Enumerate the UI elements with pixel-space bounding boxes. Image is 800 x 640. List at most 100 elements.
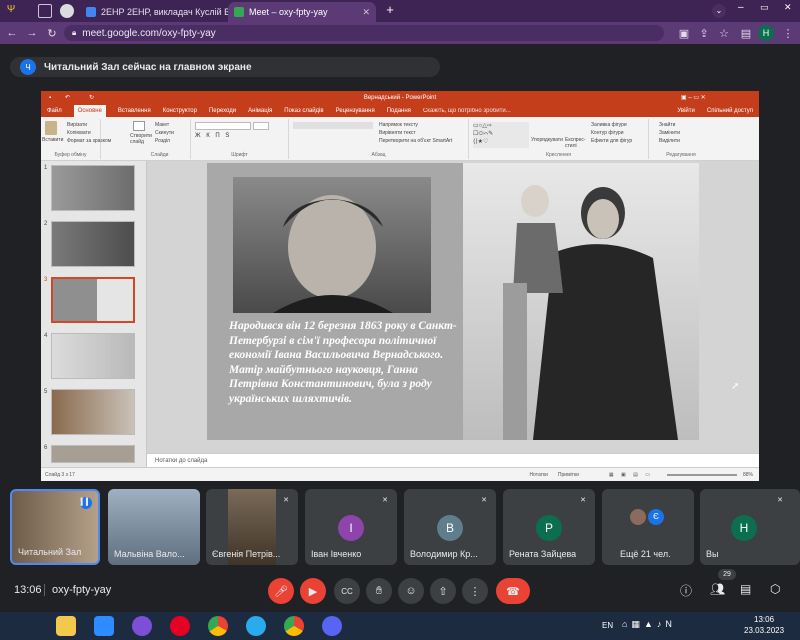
captions-button[interactable]: CC <box>334 578 360 604</box>
new-slide-button[interactable]: Створити слайд <box>130 133 154 145</box>
file-explorer-icon[interactable] <box>56 616 76 636</box>
participant-tile[interactable]: ✕ І Іван Івченко <box>305 489 397 565</box>
find-button[interactable]: Знайти <box>659 122 675 128</box>
close-window-icon[interactable]: ✕ <box>784 2 792 13</box>
current-slide[interactable]: Народився він 12 березня 1863 року в Сан… <box>207 163 699 440</box>
ppt-tab-slideshow[interactable]: Показ слайдів <box>284 108 323 114</box>
address-bar[interactable]: 🔒︎ meet.google.com/oxy-fpty-yay <box>64 25 664 41</box>
participant-tile[interactable]: Мальвіна Вало... <box>108 489 200 565</box>
ppt-tab-review[interactable]: Рецензування <box>336 108 375 114</box>
people-icon[interactable]: 👥︎ <box>710 582 725 596</box>
bookmark-star-icon[interactable]: ☆ <box>716 25 732 41</box>
ppt-tab-view[interactable]: Подання <box>387 108 411 114</box>
more-options-button[interactable]: ⋮ <box>462 578 488 604</box>
tab-meet[interactable]: Meet – oxy-fpty-yay ✕ <box>228 2 376 22</box>
maximize-icon[interactable]: ▭ <box>760 2 769 13</box>
slide-thumbnail-selected[interactable] <box>51 277 135 323</box>
slide-thumbnail[interactable] <box>51 445 135 463</box>
viber-icon[interactable] <box>132 616 152 636</box>
participant-tile[interactable]: ✕ Р Рената Зайцева <box>503 489 595 565</box>
participant-tile[interactable]: ✕ Євгенія Петрів... <box>206 489 298 565</box>
activities-icon[interactable]: ⬡ <box>770 582 780 596</box>
select-button[interactable]: Виділити <box>659 138 680 144</box>
font-name-box[interactable] <box>195 122 251 130</box>
zoom-slider[interactable] <box>666 473 737 476</box>
back-icon[interactable]: ← <box>4 25 20 41</box>
ppt-share[interactable]: Спільний доступ <box>707 108 753 114</box>
forward-icon[interactable]: → <box>24 25 40 41</box>
font-size-box[interactable] <box>253 122 269 130</box>
ppt-sign-in[interactable]: Увійти <box>677 108 694 114</box>
ppt-tab-transitions[interactable]: Переходи <box>209 108 236 114</box>
copy-button[interactable]: Копіювати <box>67 130 91 136</box>
smartart-button[interactable]: Перетворити на об'єкт SmartArt <box>379 138 452 144</box>
slide-thumbnail[interactable] <box>51 333 135 379</box>
emoji-button[interactable]: ☺ <box>398 578 424 604</box>
tray-icons[interactable]: ⌂▦▲♪N <box>622 619 676 630</box>
pinterest-icon[interactable] <box>170 616 190 636</box>
notes-button[interactable]: Нотатки <box>529 472 547 478</box>
leave-call-button[interactable]: ☎︎ <box>496 578 530 604</box>
paste-icon[interactable] <box>45 121 57 135</box>
new-slide-icon[interactable] <box>133 121 145 131</box>
participant-tile[interactable]: ✕ В Володимир Кр... <box>404 489 496 565</box>
view-buttons[interactable]: ▦ ▣ ▤ ▭ <box>609 472 653 478</box>
ppt-undo-icon[interactable]: ↶ <box>65 91 70 105</box>
chrome-icon[interactable] <box>60 4 74 18</box>
profile-avatar[interactable]: Н <box>758 25 774 41</box>
ppt-tab-file[interactable]: Файл <box>47 108 62 114</box>
more-participants-tile[interactable]: Є Ещё 21 чел. <box>602 489 694 565</box>
mic-toggle-button[interactable]: 🎤︎ <box>268 578 294 604</box>
chat-icon[interactable]: ▤ <box>740 582 751 596</box>
media-player-icon[interactable] <box>94 616 114 636</box>
side-panel-icon[interactable]: ▤ <box>738 25 754 41</box>
camera-toggle-button[interactable]: ▶︎ <box>300 578 326 604</box>
camera-icon[interactable]: ▣ <box>676 25 692 41</box>
reset-button[interactable]: Скинути <box>155 130 174 136</box>
shapes-gallery[interactable]: ▭○△⇨ ☐⬭⌒✎ ⟨⟩★♡ <box>473 122 529 148</box>
format-painter-button[interactable]: Формат за зразком <box>67 138 111 144</box>
shape-fill-button[interactable]: Заливка фігури <box>591 122 627 128</box>
ppt-tab-design[interactable]: Конструктор <box>163 108 197 114</box>
section-button[interactable]: Розділ <box>155 138 170 144</box>
quick-styles-button[interactable]: Експрес-стилі <box>565 137 587 149</box>
ppt-save-icon[interactable]: ▪ <box>49 91 51 105</box>
layout-button[interactable]: Макет <box>155 122 169 128</box>
tab-search-icon[interactable]: ⌄ <box>712 4 726 18</box>
participant-tile-self[interactable]: ✕ Н Вы <box>700 489 800 565</box>
ppt-redo-icon[interactable]: ↻ <box>89 91 94 105</box>
ppt-tell-me[interactable]: Скажіть, що потрібно зробити... <box>423 108 511 114</box>
slide-thumbnail[interactable] <box>51 165 135 211</box>
notes-pane[interactable]: Нотатки до слайда <box>147 453 759 467</box>
clock-date[interactable]: 23.03.2023 <box>744 626 784 635</box>
paste-button[interactable]: Вставити <box>42 137 63 143</box>
minimize-icon[interactable]: – <box>738 2 744 13</box>
new-tab-button[interactable]: + <box>382 2 398 18</box>
participant-tile-presenter[interactable]: ▍▍ Читальний Зал <box>10 489 100 565</box>
keyboard-language[interactable]: EN <box>602 621 613 630</box>
align-text-button[interactable]: Вирівняти текст <box>379 130 416 136</box>
chrome-meet-icon[interactable] <box>284 616 304 636</box>
browser-menu-icon[interactable]: Ψ <box>4 4 18 18</box>
discord-icon[interactable] <box>322 616 342 636</box>
shape-effects-button[interactable]: Ефекти для фігур <box>591 138 632 144</box>
close-tab-icon[interactable]: ✕ <box>362 7 370 18</box>
telegram-icon[interactable] <box>246 616 266 636</box>
meeting-info-icon[interactable]: ⓘ <box>680 582 692 599</box>
ppt-window-controls[interactable]: ▣ – ▭ ✕ <box>681 91 706 105</box>
share-icon[interactable]: ⇪ <box>696 25 712 41</box>
cut-button[interactable]: Вирізати <box>67 122 87 128</box>
ppt-tab-insert[interactable]: Вставлення <box>118 108 151 114</box>
browser-menu-dots-icon[interactable]: ⋮ <box>780 25 796 41</box>
raise-hand-button[interactable]: ✋︎ <box>366 578 392 604</box>
present-screen-button[interactable]: ⇧ <box>430 578 456 604</box>
arrange-button[interactable]: Упорядкувати <box>531 137 563 143</box>
comments-button[interactable]: Примітки <box>558 472 579 478</box>
list-buttons[interactable] <box>293 122 373 129</box>
text-direction-button[interactable]: Напрямок тексту <box>379 122 418 128</box>
slide-thumbnail[interactable] <box>51 389 135 435</box>
chrome-icon[interactable] <box>208 616 228 636</box>
shape-outline-button[interactable]: Контур фігури <box>591 130 623 136</box>
font-style-buttons[interactable]: Ж К П S <box>195 133 231 139</box>
ppt-tab-home[interactable]: Основне <box>73 105 106 117</box>
